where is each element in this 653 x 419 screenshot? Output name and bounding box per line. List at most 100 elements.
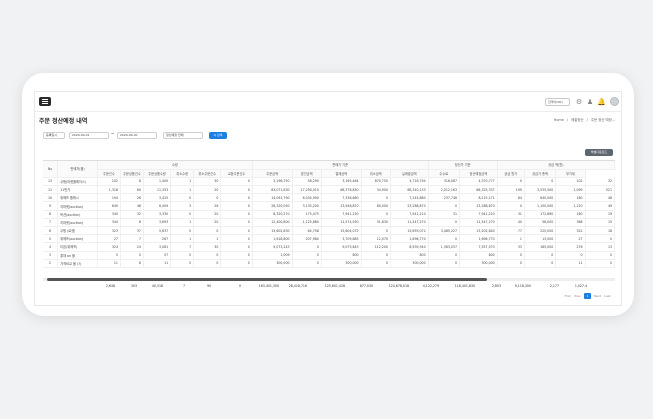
search-button[interactable]: Q 검색 <box>209 132 227 139</box>
col-sub-header[interactable]: 주문금액 <box>252 169 293 178</box>
table-cell: 9,073,243 <box>252 242 293 252</box>
col-mall[interactable]: 판매처(몰) <box>57 161 98 178</box>
table-cell: 1 <box>170 234 195 244</box>
table-cell: 640 <box>97 201 121 211</box>
table-cell: 8,320,270 <box>252 210 293 219</box>
page-current[interactable]: 1 <box>584 293 592 299</box>
group-sales: 판매가 기준 <box>252 161 429 170</box>
date-to-input[interactable]: 2020-09-30 <box>117 132 157 139</box>
col-no[interactable]: No <box>43 161 59 178</box>
table-cell: 1,698,770 <box>390 234 429 244</box>
table-cell: 3,196,750 <box>252 177 293 187</box>
user-icon[interactable] <box>610 97 619 106</box>
table-cell: 11,574,930 <box>321 218 362 228</box>
table-cell: 4,718,794 <box>390 177 429 187</box>
page-next[interactable]: Next <box>594 293 601 299</box>
col-sub-header[interactable]: 정산예정금액 <box>459 169 498 178</box>
summary-cell: 40,318 <box>151 284 163 288</box>
gear-icon[interactable]: ⚙ <box>575 98 583 106</box>
summary-cell: 124,678,018 <box>388 284 409 288</box>
col-sub-header[interactable]: 취소금액 <box>361 169 391 178</box>
col-sub-header[interactable]: 취소주문건수 <box>193 169 222 178</box>
date-from-input[interactable]: 2020-09-01 <box>69 132 109 139</box>
table-row[interactable]: 13 쿠팡(마켓플레이스) 102 8 1,400 1 30 0 3,196,750 58,290… <box>43 177 615 187</box>
table-cell: 37 <box>120 226 144 236</box>
summary-cell: 4,122,279 <box>422 284 439 288</box>
breadcrumb-home[interactable]: Home <box>554 118 564 122</box>
table-cell: 48 <box>585 193 615 203</box>
table-cell: 0 <box>585 234 615 244</box>
table-cell: 7 <box>170 242 195 252</box>
table-cell: 0 <box>220 210 253 219</box>
page-last[interactable]: Last <box>604 293 611 299</box>
table-cell: 0 <box>428 251 461 260</box>
table-cell: 3,535,500 <box>524 185 557 195</box>
table-cell: 11,547,270 <box>459 218 498 228</box>
table-cell: 0 <box>428 259 461 268</box>
col-sub-header[interactable]: 교환주문건수 <box>220 169 253 178</box>
table-cell: 300,000 <box>252 259 293 268</box>
horizontal-scrollbar[interactable] <box>43 278 615 281</box>
col-sub-header[interactable]: 공급 원가 <box>497 169 525 178</box>
table-row[interactable]: 6 쿠팡 (로켓) 323 37 5,637 0 0 0 15,602,830 64,758 15,… <box>43 226 615 236</box>
table-cell: 60 <box>120 185 144 195</box>
table-cell: 0 <box>428 218 461 228</box>
row-number: 13 <box>43 177 59 187</box>
page-prev[interactable]: Prev <box>574 293 581 299</box>
table-cell: 0 <box>170 259 195 268</box>
table-cell: 30 <box>193 242 222 252</box>
col-sub-header[interactable]: 공급가 총액 <box>524 169 557 178</box>
table-cell: 31,830 <box>361 218 391 228</box>
mall-name: 롯데 on 몰 <box>57 251 98 260</box>
table-cell: 7,941,230 <box>321 210 362 219</box>
summary-cell: 303 <box>130 284 137 288</box>
language-select[interactable]: 한국어(KR) <box>545 98 570 106</box>
table-cell: 1 <box>170 218 195 228</box>
table-row[interactable]: 11 11번가 1,318 60 11,353 1 20 0 83,071,830 17,256,… <box>43 185 615 195</box>
table-row[interactable]: 9 지마켓(auction) 640 48 6,409 3 26 0 26,320,050 3,1… <box>43 201 615 211</box>
table-cell: 80,000 <box>361 201 391 211</box>
col-sub-header[interactable]: 부가세 <box>555 169 586 178</box>
table-cell: 300,000 <box>390 259 429 268</box>
menu-icon[interactable] <box>39 97 51 106</box>
page-first[interactable]: First <box>564 293 571 299</box>
col-sub-header[interactable]: 주문건수 <box>97 169 121 178</box>
table-row[interactable]: 3 롯데 on 몰 5 0 57 0 0 0 1,009 0 800 0 800 0 800 0 0 0 0 <box>43 251 615 260</box>
table-cell: 12,400,800 <box>252 218 293 228</box>
table-row[interactable]: 8 옥션(auction) 340 32 3,330 0 20 0 8,320,270 175,4… <box>43 210 615 219</box>
group-quantity: 수량 <box>97 161 253 170</box>
excel-download-button[interactable]: 엑셀다운로드 <box>585 149 613 156</box>
col-sub-header[interactable]: 수수료 <box>428 169 461 178</box>
bell-icon[interactable]: 🔔 <box>597 98 606 106</box>
table-cell: 3,425 <box>143 193 172 203</box>
table-cell: 49 <box>585 201 615 211</box>
page-title: 주문 정산예정 내역 <box>39 118 88 125</box>
table-cell: 0 <box>497 177 525 187</box>
table-row[interactable]: 5 위메프(auction) 27 7 267 1 1 0 1,618,800 207,980 3,… <box>43 234 615 244</box>
table-row[interactable]: 2 가격비교 몰 (7) 11 8 11 0 0 0 300,000 0 300,000 0 300,0… <box>43 259 615 268</box>
table-cell: 20 <box>193 218 222 228</box>
table-cell: 11 <box>143 259 172 268</box>
col-sub-header[interactable]: 결제금액 <box>321 169 362 178</box>
users-icon[interactable]: ♟ <box>586 98 594 106</box>
mall-name: 위메프(auction) <box>57 234 98 244</box>
table-cell: 8 <box>120 259 144 268</box>
col-sub-header[interactable]: 실매출금액 <box>390 169 429 178</box>
table-cell: 0 <box>585 259 615 268</box>
table-row[interactable]: 4 티몬(위메프) 324 24 3,081 7 30 0 9,073,243 0 9,073,64… <box>43 242 615 252</box>
col-sub-header[interactable]: 취소수량 <box>170 169 195 178</box>
breadcrumb-section[interactable]: 매출정산 <box>571 118 583 122</box>
col-sub-header[interactable]: 할인금액 <box>292 169 322 178</box>
status-select[interactable]: 정산예정 전체 <box>163 132 203 139</box>
date-type-select[interactable]: 등록일시 <box>43 132 65 139</box>
pagination: First Prev 1 Next Last <box>562 293 611 300</box>
mall-name: 위메프 플래시 <box>57 193 98 203</box>
scrollbar-thumb[interactable] <box>47 278 487 281</box>
col-sub-header[interactable]: 주문상품수량 <box>143 169 172 178</box>
table-cell: 15 <box>585 218 615 228</box>
col-sub-header[interactable]: 주문상품건수 <box>120 169 144 178</box>
table-cell: 1 <box>193 234 222 244</box>
table-row[interactable]: 10 위메프 플래시 194 26 3,425 0 0 0 14,091,790 6,034,90… <box>43 193 615 203</box>
table-cell: 0 <box>120 251 144 260</box>
table-row[interactable]: 7 지마켓(auction) 344 8 3,693 1 20 0 12,400,800 1,12… <box>43 218 615 228</box>
